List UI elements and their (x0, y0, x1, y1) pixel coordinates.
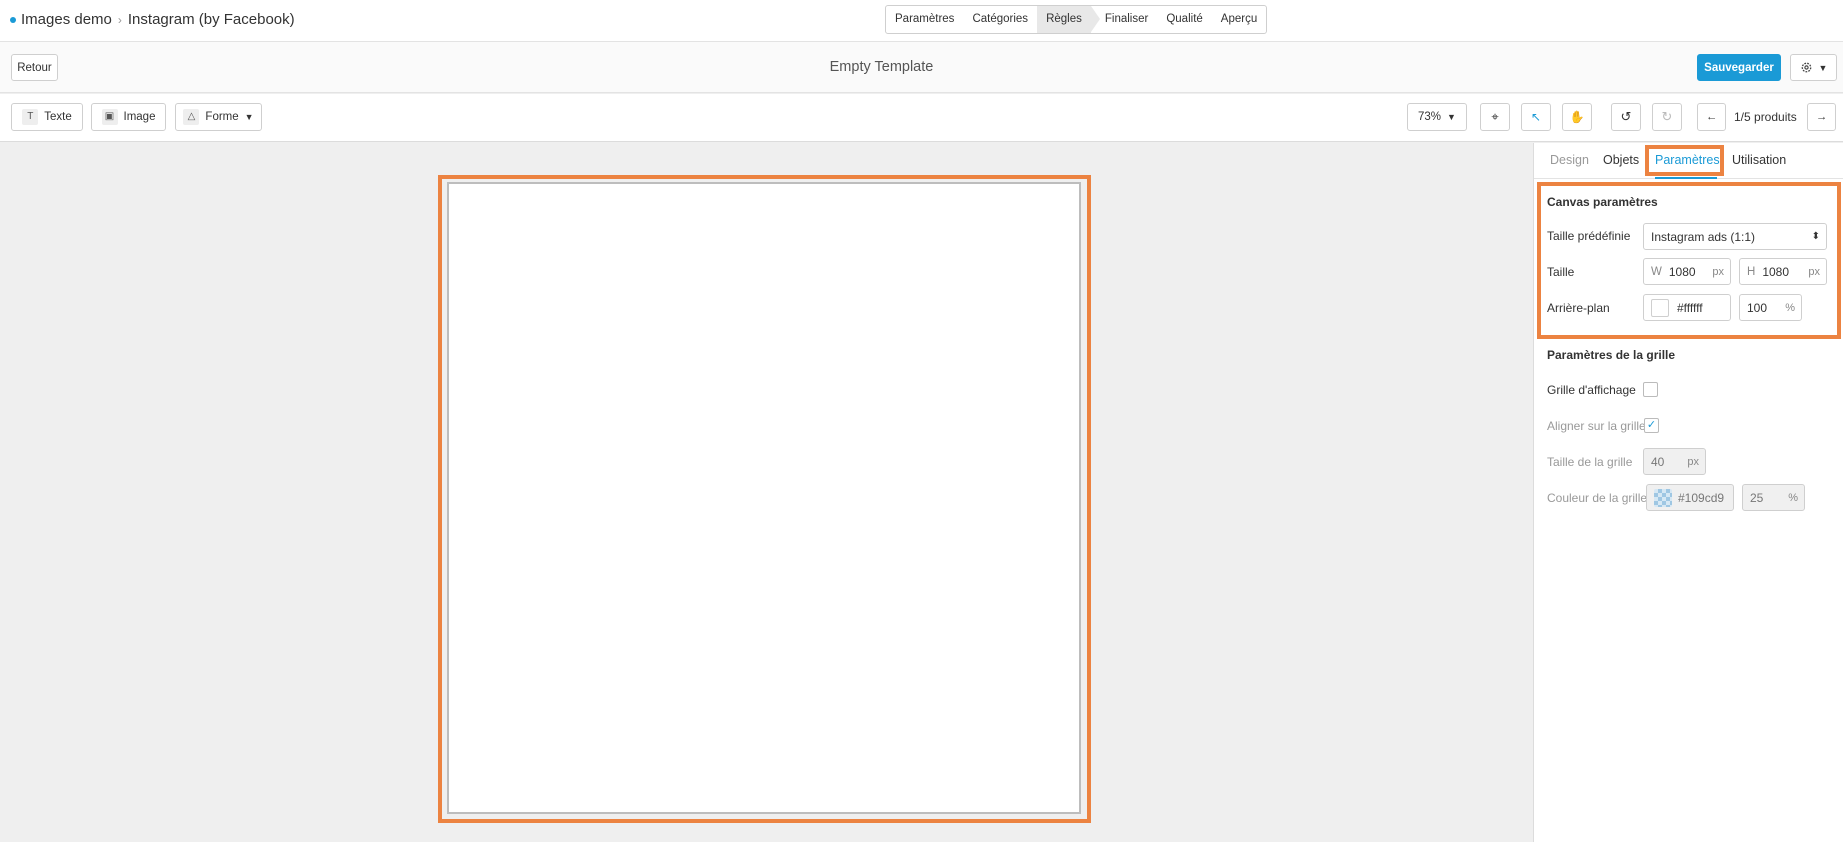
add-shape-label: Forme (205, 111, 239, 123)
width-unit: px (1712, 265, 1724, 278)
undo-icon: ↺ (1620, 109, 1632, 124)
tab-objets[interactable]: Objets (1603, 153, 1639, 167)
color-swatch[interactable] (1651, 298, 1669, 317)
tab-parametres[interactable]: Paramètres (1655, 153, 1720, 167)
previous-product-button[interactable]: ← (1697, 103, 1726, 131)
arrow-right-icon: → (1815, 111, 1828, 123)
size-label: Taille (1547, 265, 1575, 279)
hand-icon: ✋ (1569, 110, 1585, 124)
select-tool-button[interactable]: ↖ (1521, 103, 1551, 131)
step-parametres[interactable]: Paramètres (886, 6, 963, 33)
breadcrumb-project[interactable]: Images demo (21, 11, 112, 28)
grid-opacity-value: 25 (1750, 490, 1764, 505)
zoom-value: 73% (1418, 111, 1442, 123)
top-bar: Images demo › Instagram (by Facebook) Pa… (0, 0, 1843, 42)
tab-design[interactable]: Design (1550, 153, 1589, 167)
opacity-unit: % (1785, 301, 1795, 314)
add-shape-button[interactable]: △ Forme ▼ (175, 103, 262, 131)
select-arrows-icon: ⬍ (1811, 231, 1820, 242)
preset-size-value: Instagram ads (1:1) (1651, 229, 1756, 244)
arrow-left-icon: ← (1705, 111, 1718, 123)
chevron-right-icon: › (117, 12, 122, 27)
show-grid-label: Grille d'affichage (1547, 383, 1636, 397)
snap-grid-label: Aligner sur la grille (1547, 419, 1646, 433)
grid-size-value: 40 (1651, 454, 1665, 469)
height-unit: px (1808, 265, 1820, 278)
height-input[interactable]: H 1080 px (1739, 258, 1827, 285)
page-title: Empty Template (829, 59, 934, 75)
panel-tabs: Design Objets Paramètres Utilisation (1534, 143, 1843, 179)
grid-opacity-input[interactable]: 25 % (1742, 484, 1805, 511)
chevron-down-icon: ▼ (244, 112, 254, 122)
grid-color-input[interactable]: #109cd9 (1646, 484, 1734, 511)
background-color-value: #ffffff (1677, 300, 1703, 315)
gear-icon (1801, 62, 1811, 73)
preset-size-select[interactable]: Instagram ads (1:1) ⬍ (1643, 223, 1827, 250)
preset-size-label: Taille prédéfinie (1547, 229, 1631, 243)
crosshair-icon: ⌖ (1491, 109, 1499, 124)
design-canvas[interactable] (447, 182, 1081, 814)
add-text-button[interactable]: T Texte (11, 103, 83, 131)
width-value: 1080 (1668, 264, 1696, 279)
canvas-section-title: Canvas paramètres (1547, 195, 1658, 209)
save-button[interactable]: Sauvegarder (1697, 54, 1781, 81)
grid-color-value: #109cd9 (1678, 490, 1725, 505)
image-icon: ▣ (101, 109, 118, 125)
grid-size-unit: px (1687, 455, 1699, 468)
step-regles[interactable]: Règles (1037, 6, 1100, 33)
header-bar: Retour Empty Template Sauvegarder ▼ (0, 42, 1843, 93)
undo-button[interactable]: ↺ (1611, 103, 1641, 131)
height-prefix: H (1747, 265, 1756, 278)
next-product-button[interactable]: → (1807, 103, 1836, 131)
add-image-label: Image (123, 111, 156, 123)
settings-menu-button[interactable]: ▼ (1790, 54, 1837, 81)
center-button[interactable]: ⌖ (1480, 103, 1510, 131)
zoom-select[interactable]: 73% ▼ (1407, 103, 1467, 131)
grid-color-label: Couleur de la grille (1547, 491, 1648, 505)
grid-size-label: Taille de la grille (1547, 455, 1633, 469)
shapes-icon: △ (183, 109, 200, 125)
add-text-label: Texte (44, 111, 72, 123)
step-navigation: Paramètres Catégories Règles Finaliser Q… (885, 5, 1268, 34)
grid-section-title: Paramètres de la grille (1547, 348, 1676, 362)
redo-icon: ↻ (1661, 109, 1673, 124)
tab-utilisation[interactable]: Utilisation (1732, 153, 1786, 167)
width-prefix: W (1651, 265, 1662, 278)
step-apercu[interactable]: Aperçu (1212, 6, 1266, 33)
background-color-input[interactable]: #ffffff (1643, 294, 1731, 321)
background-opacity-input[interactable]: 100 % (1739, 294, 1802, 321)
redo-button[interactable]: ↻ (1652, 103, 1682, 131)
step-categories[interactable]: Catégories (963, 6, 1037, 33)
background-opacity-value: 100 (1747, 300, 1768, 315)
pan-tool-button[interactable]: ✋ (1562, 103, 1592, 131)
height-value: 1080 (1762, 264, 1790, 279)
chevron-down-icon: ▼ (1818, 62, 1828, 73)
active-tab-underline (1655, 177, 1717, 179)
checkmark-icon: ✓ (1646, 419, 1657, 431)
step-qualite[interactable]: Qualité (1157, 6, 1211, 33)
breadcrumb-template: Instagram (by Facebook) (127, 11, 295, 28)
breadcrumb: Images demo › Instagram (by Facebook) (10, 11, 295, 28)
product-counter: 1/5 produits (1734, 110, 1797, 124)
width-input[interactable]: W 1080 px (1643, 258, 1731, 285)
grid-color-swatch[interactable] (1654, 488, 1672, 507)
show-grid-checkbox[interactable] (1643, 382, 1658, 397)
grid-size-input[interactable]: 40 px (1643, 448, 1706, 475)
status-dot-icon (10, 16, 16, 23)
add-image-button[interactable]: ▣ Image (91, 103, 166, 131)
chevron-down-icon: ▼ (1447, 112, 1456, 122)
step-finaliser[interactable]: Finaliser (1091, 6, 1157, 33)
cursor-icon: ↖ (1530, 110, 1542, 124)
canvas-workspace[interactable] (0, 143, 1533, 842)
grid-opacity-unit: % (1788, 491, 1798, 504)
snap-grid-checkbox[interactable]: ✓ (1644, 418, 1659, 433)
editor-toolbar: T Texte ▣ Image △ Forme ▼ 73% ▼ ⌖ ↖ ✋ ↺ … (0, 94, 1843, 142)
background-label: Arrière-plan (1547, 301, 1610, 315)
text-icon: T (22, 109, 39, 125)
properties-panel: Design Objets Paramètres Utilisation Can… (1533, 143, 1843, 842)
